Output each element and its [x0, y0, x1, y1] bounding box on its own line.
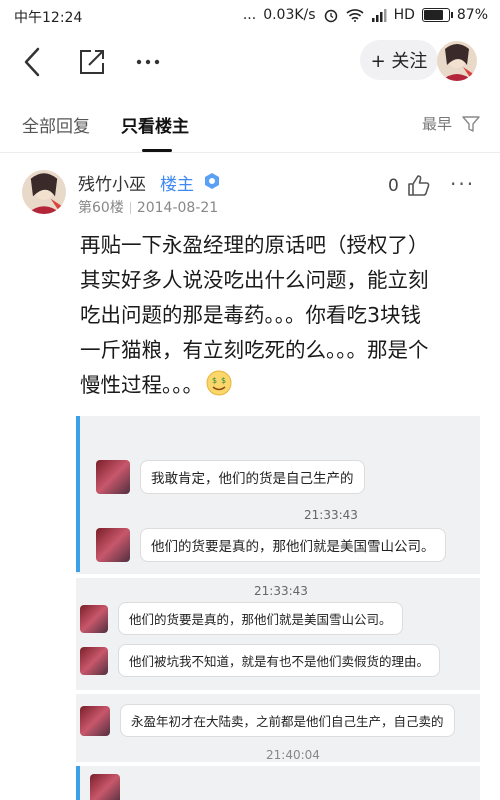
active-tab-indicator [142, 149, 172, 152]
filter-icon [462, 115, 480, 132]
post-date: 2014-08-21 [136, 200, 219, 216]
sort-control[interactable]: 最早 [422, 113, 480, 134]
chat-screenshot-image[interactable]: 我敢肯定，他们的货是自己生产的 21:33:43 他们的货要是真的，那他们就是美… [76, 416, 480, 800]
chat-bubble: 他们的货要是真的，那他们就是美国雪山公司。 [118, 602, 403, 635]
post-line: 一斤猫粮，有立刻吃死的么。。。那是个 [80, 338, 429, 362]
chat-avatar [90, 774, 120, 800]
chat-bubble: 我敢肯定，他们的货是自己生产的 [140, 460, 365, 494]
like-count: 0 [388, 176, 399, 196]
status-right: ... 0.03K/s HD 87% [243, 7, 488, 23]
chat-timestamp: 21:33:43 [254, 584, 308, 598]
chat-timestamp: 21:40:04 [266, 748, 320, 762]
status-time: 中午12:24 [14, 10, 83, 26]
image-divider [76, 574, 480, 578]
reply-filter-tabs: 全部回复 只看楼主 最早 [0, 100, 500, 153]
post-line-last: 慢性过程。。。 $ $ [80, 368, 490, 403]
post-line: 吃出问题的那是毒药。。。你看吃3块钱 [80, 303, 422, 327]
post-meta: 第60楼 2014-08-21 [78, 197, 218, 217]
quote-bar [76, 416, 80, 572]
post-more-button[interactable]: ··· [450, 172, 475, 196]
wifi-icon [346, 9, 364, 22]
quote-bar [76, 766, 80, 800]
chat-avatar [80, 646, 108, 675]
image-divider [76, 690, 480, 694]
chat-avatar [80, 604, 108, 633]
chat-message-partial [90, 774, 120, 800]
post-header: 残竹小巫 楼主 第60楼 2014-08-21 0 ··· [0, 160, 500, 222]
chat-message: 他们的货要是真的，那他们就是美国雪山公司。 [80, 602, 403, 635]
battery-percent: 87% [456, 7, 488, 23]
chat-message: 我敢肯定，他们的货是自己生产的 [96, 460, 365, 494]
chat-avatar [96, 528, 130, 562]
tab-host-only[interactable]: 只看楼主 [121, 112, 189, 137]
chat-message: 他们的货要是真的，那他们就是美国雪山公司。 [96, 528, 446, 562]
tab-all-replies[interactable]: 全部回复 [22, 112, 90, 137]
svg-text:$: $ [212, 376, 217, 385]
signal-icon [371, 9, 387, 22]
status-dots: ... [242, 7, 257, 23]
author-avatar-top[interactable] [437, 41, 477, 81]
back-arrow-icon[interactable] [14, 44, 50, 80]
floor-number: 第60楼 [78, 200, 124, 216]
alarm-icon [324, 9, 337, 23]
thumbs-up-icon[interactable] [405, 172, 431, 198]
chat-message: 永盈年初才在大陆卖，之前都是他们自己生产，自己卖的 [80, 704, 455, 737]
network-speed: 0.03K/s [263, 7, 316, 23]
money-face-emoji-icon: $ $ [206, 370, 232, 395]
svg-text:$: $ [221, 376, 226, 385]
network-type: HD [393, 7, 415, 23]
chat-bubble: 他们被坑我不知道，就是有也不是他们卖假货的理由。 [118, 644, 441, 677]
chat-bubble: 他们的货要是真的，那他们就是美国雪山公司。 [140, 528, 446, 562]
post-line: 其实好多人说没吃出什么问题，能立刻 [80, 268, 429, 292]
post-content: 再贴一下永盈经理的原话吧（授权了） 其实好多人说没吃出什么问题，能立刻 吃出问题… [80, 228, 490, 403]
username[interactable]: 残竹小巫 [78, 170, 146, 195]
chat-avatar [96, 460, 130, 494]
post-line: 慢性过程。。。 [80, 373, 203, 397]
status-bar: 中午12:24 ... 0.03K/s HD 87% [0, 0, 500, 32]
chat-timestamp: 21:33:43 [304, 508, 358, 522]
battery-icon [421, 8, 453, 22]
chat-bubble: 永盈年初才在大陆卖，之前都是他们自己生产，自己卖的 [120, 704, 455, 737]
host-tag: 楼主 [160, 175, 194, 195]
follow-button[interactable]: + 关注 [360, 40, 438, 80]
verified-badge-icon [205, 173, 219, 189]
chat-avatar [80, 705, 110, 736]
sort-label: 最早 [421, 115, 452, 133]
chat-message: 他们被坑我不知道，就是有也不是他们卖假货的理由。 [80, 644, 441, 677]
share-icon[interactable] [74, 44, 110, 80]
more-dots-icon[interactable] [130, 44, 166, 80]
user-avatar[interactable] [22, 170, 66, 214]
image-divider [76, 762, 480, 766]
post-line: 再贴一下永盈经理的原话吧（授权了） [80, 233, 429, 257]
